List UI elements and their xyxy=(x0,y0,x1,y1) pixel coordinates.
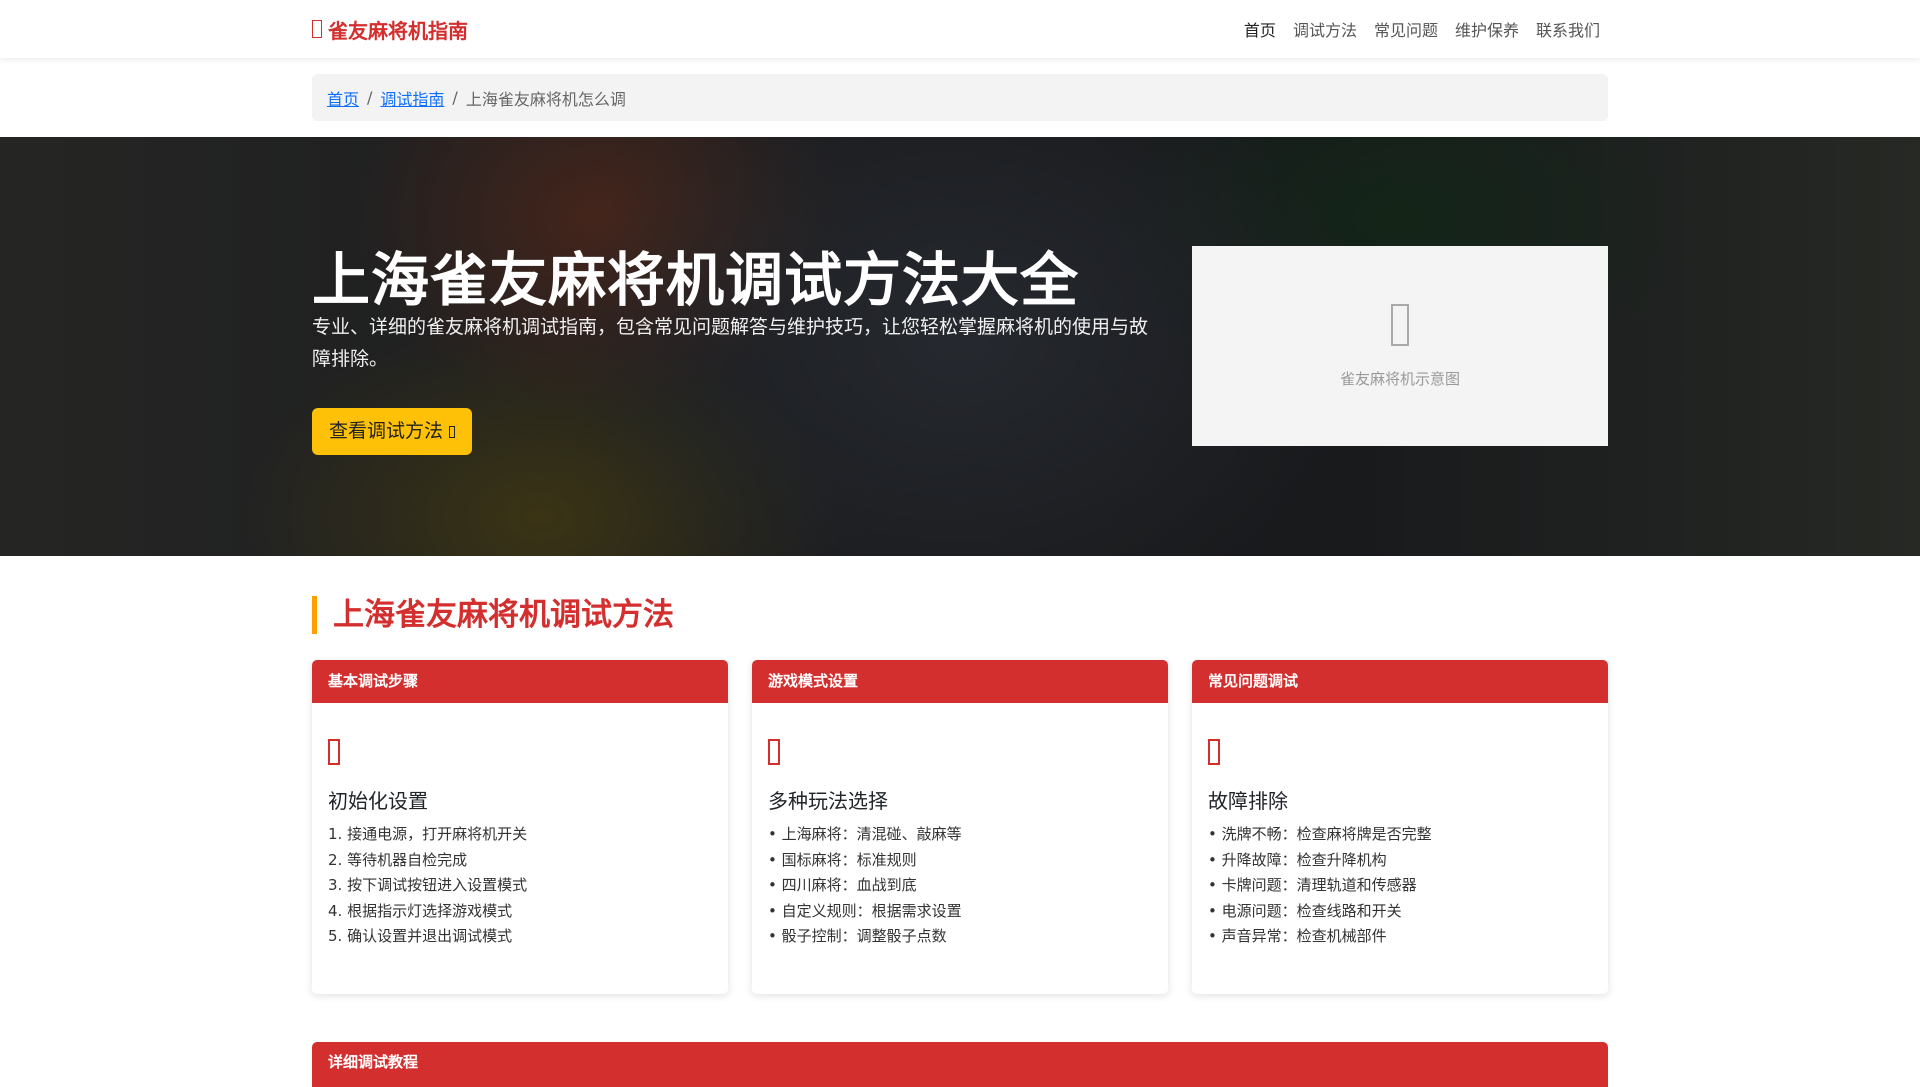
image-icon xyxy=(1391,303,1409,346)
breadcrumb: 首页 / 调试指南 / 上海雀友麻将机怎么调 xyxy=(312,74,1608,121)
brand-name: 雀友麻将机指南 xyxy=(328,18,468,43)
settings-icon xyxy=(328,739,340,765)
navbar: 雀友麻将机指南 首页 调试方法 常见问题 维护保养 联系我们 xyxy=(0,0,1920,58)
list-item: 3. 按下调试按钮进入设置模式 xyxy=(328,876,528,894)
hero-image-placeholder: 雀友麻将机示意图 xyxy=(1192,246,1608,446)
brand-icon xyxy=(312,20,322,38)
nav-debug[interactable]: 调试方法 xyxy=(1293,17,1357,41)
card-basic-steps: 基本调试步骤初始化设置 1. 接通电源，打开麻将机开关 2. 等待机器自检完成 3.… xyxy=(312,660,728,994)
hero-title: 上海雀友麻将机调试方法大全 xyxy=(312,246,1080,314)
list-item: • 声音异常：检查机械部件 xyxy=(1208,927,1387,945)
list-item: 2. 等待机器自检完成 xyxy=(328,850,468,869)
list-item: • 骰子控制：调整骰子点数 xyxy=(768,927,947,945)
breadcrumb-guide[interactable]: 调试指南 xyxy=(380,86,444,110)
nav-contact[interactable]: 联系我们 xyxy=(1536,17,1600,41)
list-item: • 电源问题：检查线路和开关 xyxy=(1208,901,1402,920)
arrow-icon xyxy=(449,425,456,438)
brand-link[interactable]: 雀友麻将机指南 xyxy=(312,15,468,44)
breadcrumb-separator: / xyxy=(367,88,373,107)
card-troubleshooting: 常见问题调试故障排除 • 洗牌不畅：检查麻将牌是否完整 • 升降故障：检查升降机构… xyxy=(1192,660,1608,994)
card-title: 初始化设置 xyxy=(328,789,428,813)
card-header: 常见问题调试 xyxy=(1192,660,1608,703)
wrench-icon xyxy=(1208,739,1220,765)
view-methods-button[interactable]: 查看调试方法 xyxy=(312,408,473,455)
card-title: 故障排除 xyxy=(1208,789,1288,813)
hero-banner: 上海雀友麻将机调试方法大全 专业、详细的雀友麻将机调试指南，包含常见问题解答与维… xyxy=(0,137,1920,556)
game-icon xyxy=(768,739,780,765)
section-title: 上海雀友麻将机调试方法 xyxy=(312,596,1608,634)
image-caption: 雀友麻将机示意图 xyxy=(1339,369,1460,388)
breadcrumb-separator: / xyxy=(452,88,458,107)
card-header: 基本调试步骤 xyxy=(312,660,728,703)
list-item: • 上海麻将：清混碰、敲麻等 xyxy=(768,825,962,843)
button-label: 查看调试方法 xyxy=(329,420,444,442)
list-item: • 四川麻将：血战到底 xyxy=(768,876,917,894)
list-item: • 卡牌问题：清理轨道和传感器 xyxy=(1208,876,1417,894)
list-item: • 国标麻将：标准规则 xyxy=(768,850,917,869)
nav-maintenance[interactable]: 维护保养 xyxy=(1455,17,1519,41)
list-item: • 洗牌不畅：检查麻将牌是否完整 xyxy=(1208,825,1432,843)
list-item: • 自定义规则：根据需求设置 xyxy=(768,901,962,920)
hero-subtitle: 专业、详细的雀友麻将机调试指南，包含常见问题解答与维护技巧，让您轻松掌握麻将机的… xyxy=(312,316,1149,370)
nav-faq[interactable]: 常见问题 xyxy=(1374,17,1438,41)
card-game-modes: 游戏模式设置多种玩法选择 • 上海麻将：清混碰、敲麻等 • 国标麻将：标准规则 • … xyxy=(752,660,1168,994)
detailed-tutorial-header: 详细调试教程 xyxy=(312,1042,1608,1087)
list-item: 4. 根据指示灯选择游戏模式 xyxy=(328,901,513,920)
breadcrumb-current: 上海雀友麻将机怎么调 xyxy=(465,89,626,109)
list-item: • 升降故障：检查升降机构 xyxy=(1208,850,1387,869)
breadcrumb-home[interactable]: 首页 xyxy=(327,86,359,110)
card-title: 多种玩法选择 xyxy=(768,789,888,813)
list-item: 1. 接通电源，打开麻将机开关 xyxy=(328,825,528,843)
list-item: 5. 确认设置并退出调试模式 xyxy=(328,927,513,945)
nav-home[interactable]: 首页 xyxy=(1244,17,1276,41)
card-header: 游戏模式设置 xyxy=(752,660,1168,703)
